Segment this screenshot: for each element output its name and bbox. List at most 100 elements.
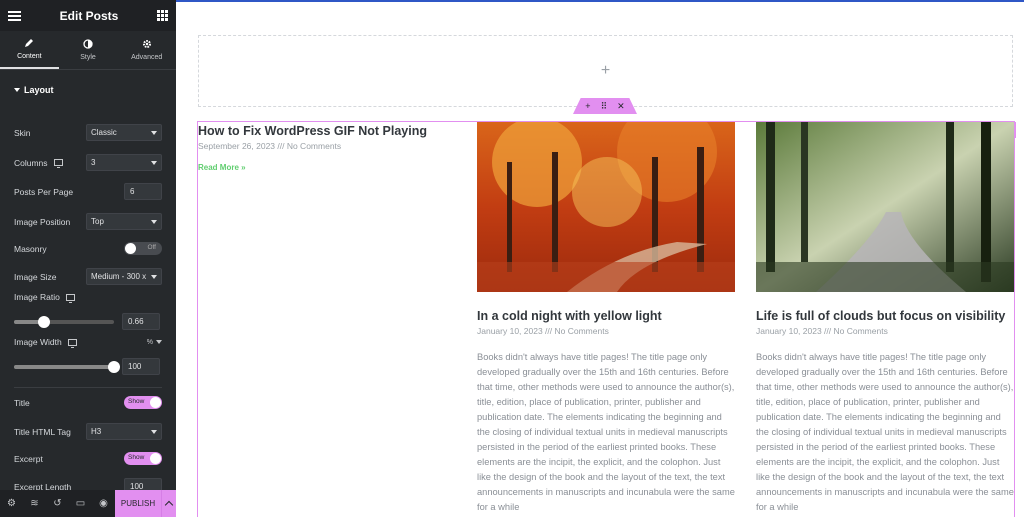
post-thumbnail-autumn-forest[interactable] (477, 122, 735, 292)
excerpt-control: Excerpt Show (14, 452, 162, 465)
title-tag-control: Title HTML Tag H3 (14, 423, 162, 440)
post-title[interactable]: Life is full of clouds but focus on visi… (756, 308, 1014, 324)
columns-label: Columns (14, 157, 48, 168)
navigator-layers-icon[interactable]: ≋ (23, 498, 46, 509)
chevron-down-icon (151, 219, 157, 224)
image-width-control: Image Width % (14, 337, 162, 348)
title-tag-value: H3 (91, 427, 102, 436)
image-width-input[interactable]: 100 (122, 358, 160, 375)
panel-title: Edit Posts (59, 8, 119, 23)
preview-eye-icon[interactable]: ◉ (92, 498, 115, 509)
chevron-down-icon (151, 274, 157, 279)
skin-select[interactable]: Classic (86, 124, 162, 141)
section-handle[interactable]: + ⠿ ✕ (573, 98, 637, 114)
post-excerpt: Books didn't always have title pages! Th… (477, 352, 735, 512)
publish-button[interactable]: PUBLISH (115, 490, 161, 517)
image-position-control: Image Position Top (14, 213, 162, 230)
editor-panel: Edit Posts Content Style Advanced Layout (0, 0, 176, 517)
image-ratio-label: Image Ratio (14, 292, 60, 302)
image-ratio-slider[interactable] (14, 316, 114, 328)
tab-advanced-label: Advanced (131, 54, 163, 61)
post-card: Life is full of clouds but focus on visi… (756, 122, 1014, 515)
toggle-knob (150, 397, 161, 408)
image-position-value: Top (91, 217, 104, 226)
image-ratio-input[interactable]: 0.66 (122, 313, 160, 330)
preview-canvas: + + ⠿ ✕ ✎ How to Fix WordPress GIF Not P… (176, 0, 1024, 517)
desktop-icon[interactable] (53, 159, 63, 168)
close-icon[interactable]: ✕ (617, 101, 625, 112)
skin-value: Classic (91, 128, 117, 137)
skin-control: Skin Classic (14, 124, 162, 141)
masonry-label: Masonry (14, 243, 47, 254)
slider-thumb[interactable] (38, 316, 50, 328)
settings-gear-icon[interactable]: ⚙ (0, 498, 23, 509)
title-tag-label: Title HTML Tag (14, 426, 71, 437)
responsive-mode-icon[interactable]: ▭ (69, 498, 92, 509)
layout-section-title: Layout (24, 85, 54, 95)
masonry-toggle[interactable]: Off (124, 242, 162, 255)
post-title[interactable]: In a cold night with yellow light (477, 308, 735, 324)
desktop-icon[interactable] (65, 293, 75, 303)
tab-advanced[interactable]: Advanced (117, 31, 176, 69)
excerpt-toggle-text: Show (128, 454, 145, 461)
caret-down-icon (14, 88, 20, 92)
image-position-select[interactable]: Top (86, 213, 162, 230)
editor-app: Edit Posts Content Style Advanced Layout (0, 0, 1024, 517)
post-meta: September 26, 2023 /// No Comments (198, 141, 342, 151)
plus-icon[interactable]: + (601, 62, 610, 80)
image-size-select[interactable]: Medium - 300 x (86, 268, 162, 285)
tab-style-label: Style (80, 54, 96, 61)
panel-header: Edit Posts (0, 0, 176, 31)
excerpt-toggle[interactable]: Show (124, 452, 162, 465)
unit-select[interactable]: % (147, 339, 162, 346)
image-size-value: Medium - 300 x (91, 272, 147, 281)
posts-per-page-control: Posts Per Page 6 (14, 183, 162, 200)
drag-handle-icon[interactable]: ⠿ (601, 101, 608, 112)
widgets-grid-icon[interactable] (157, 10, 168, 21)
image-size-label: Image Size (14, 271, 57, 282)
pencil-icon (25, 39, 34, 47)
columns-control: Columns 3 (14, 154, 162, 171)
title-tag-select[interactable]: H3 (86, 423, 162, 440)
panel-tabs: Content Style Advanced (0, 31, 176, 70)
posts-per-page-label: Posts Per Page (14, 186, 74, 197)
history-icon[interactable]: ↺ (46, 498, 69, 509)
image-ratio-control: Image Ratio (14, 292, 162, 303)
masonry-control: Masonry Off (14, 242, 162, 255)
toggle-knob (150, 453, 161, 464)
post-card: How to Fix WordPress GIF Not Playing Sep… (198, 123, 448, 172)
image-position-label: Image Position (14, 216, 71, 227)
toggle-knob (125, 243, 136, 254)
chevron-down-icon (151, 130, 157, 135)
columns-value: 3 (91, 158, 96, 167)
panel-footer: ⚙ ≋ ↺ ▭ ◉ PUBLISH (0, 490, 176, 517)
chevron-down-icon (151, 429, 157, 434)
slider-thumb[interactable] (108, 361, 120, 373)
title-toggle-text: Show (128, 398, 145, 405)
tab-content-label: Content (17, 53, 42, 60)
desktop-icon[interactable] (67, 338, 77, 348)
hamburger-menu-icon[interactable] (8, 10, 21, 21)
post-thumbnail-forest-road[interactable] (756, 122, 1014, 292)
layout-section-toggle[interactable]: Layout (0, 70, 176, 110)
publish-options-button[interactable] (161, 490, 176, 517)
image-width-label: Image Width (14, 337, 62, 347)
title-control: Title Show (14, 396, 162, 409)
posts-per-page-input[interactable]: 6 (124, 183, 162, 200)
add-section-area[interactable]: + (198, 35, 1013, 107)
read-more-link[interactable]: Read More » (198, 163, 448, 172)
columns-select[interactable]: 3 (86, 154, 162, 171)
excerpt-label: Excerpt (14, 453, 43, 464)
post-title[interactable]: How to Fix WordPress GIF Not Playing (198, 123, 448, 139)
divider (14, 387, 162, 388)
tab-content[interactable]: Content (0, 31, 59, 69)
tab-style[interactable]: Style (59, 31, 118, 69)
add-icon[interactable]: + (585, 101, 590, 111)
chevron-up-icon (164, 500, 174, 510)
post-meta: January 10, 2023 /// No Comments (756, 326, 888, 336)
unit-value: % (146, 338, 153, 346)
title-label: Title (14, 397, 30, 408)
post-meta: January 10, 2023 /// No Comments (477, 326, 609, 336)
title-toggle[interactable]: Show (124, 396, 162, 409)
image-width-slider[interactable] (14, 361, 120, 373)
